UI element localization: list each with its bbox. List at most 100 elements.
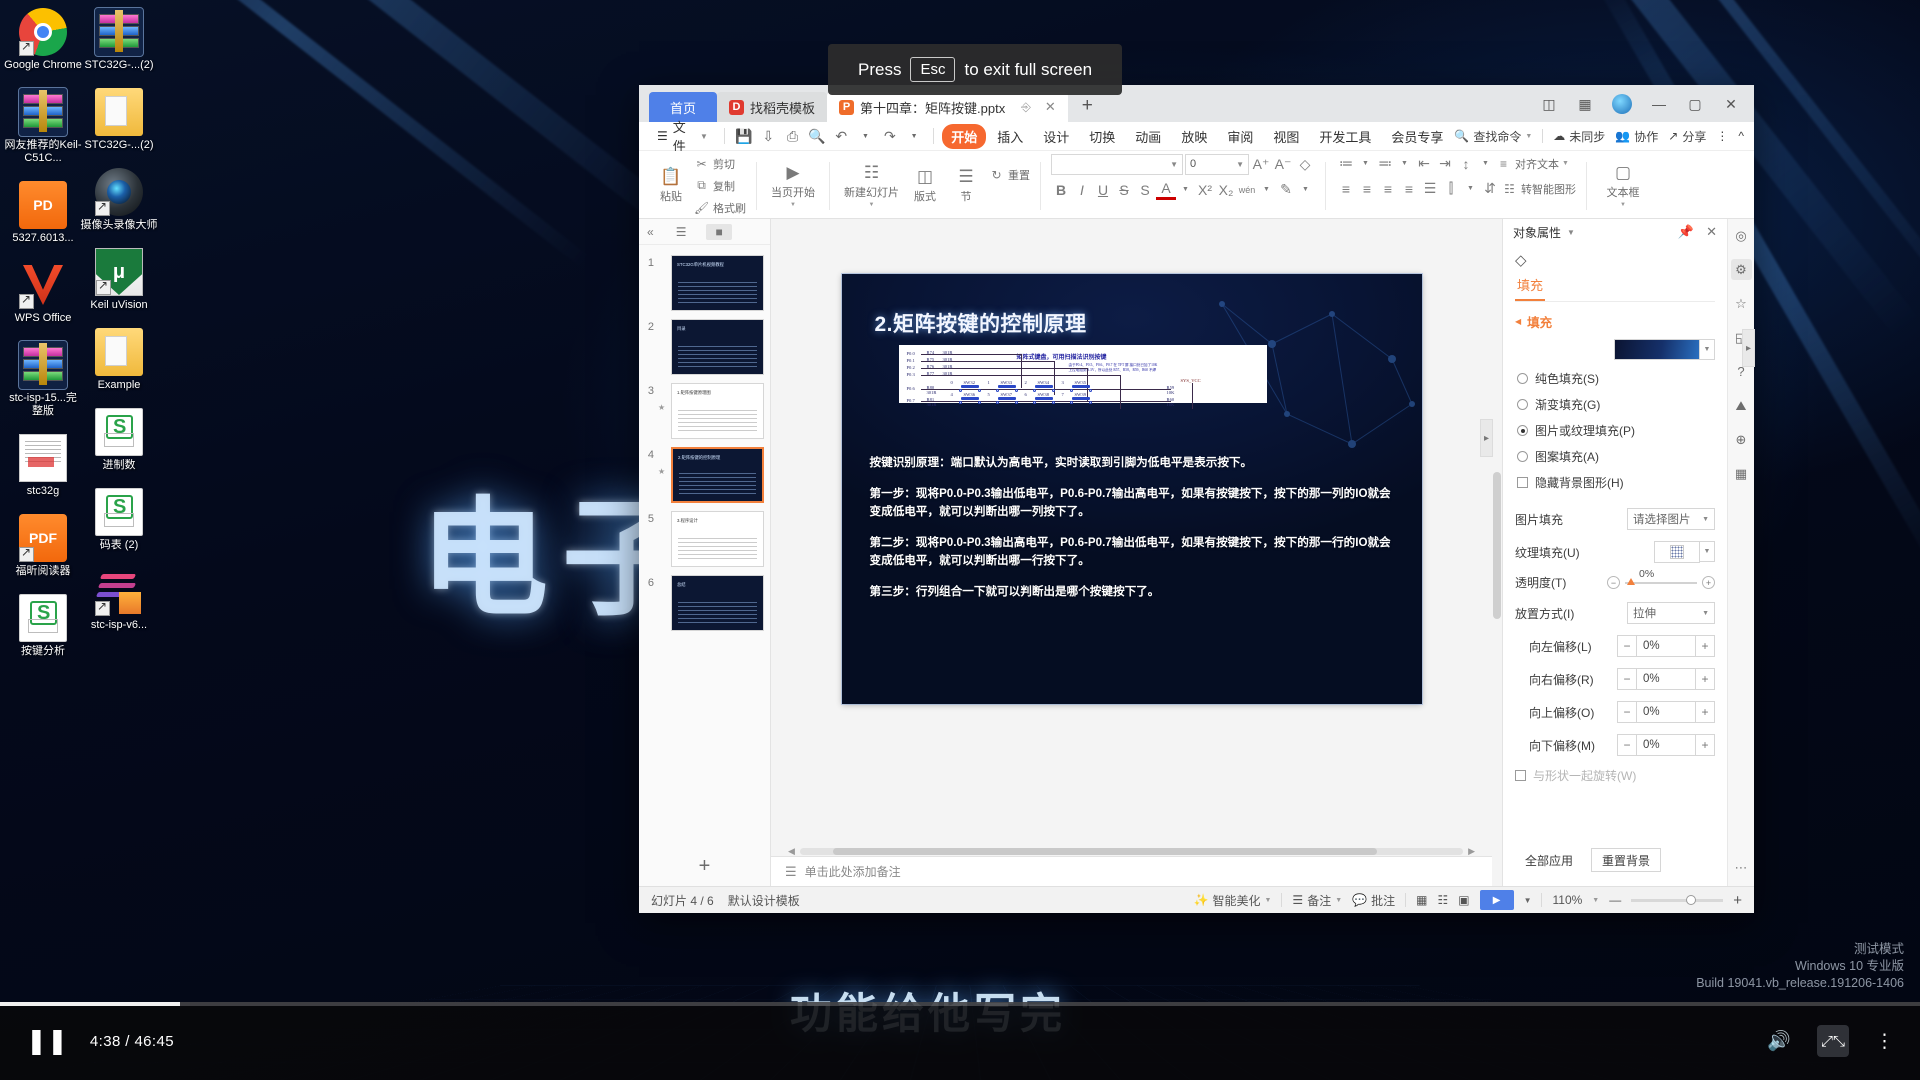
tab-presentation[interactable]: P 第十四章：矩阵按键.pptx ⎆ ✕ <box>827 92 1068 122</box>
ribbon-tab-9[interactable]: 会员专享 <box>1382 124 1452 149</box>
hscroll-thumb[interactable] <box>833 847 1377 855</box>
slide-thumbnail[interactable]: 总结 <box>671 575 764 631</box>
align-right-icon[interactable]: ≡ <box>1378 179 1398 199</box>
desktop-icon[interactable]: S 进制数 <box>80 408 158 472</box>
start-slideshow-button[interactable]: ▶ <box>1479 890 1514 910</box>
justify-icon[interactable]: ≡ <box>1399 179 1419 199</box>
desktop-icon[interactable]: 网友推荐的Keil-C51C... <box>4 87 82 165</box>
desktop-icon[interactable]: Example <box>80 328 158 392</box>
cut-button[interactable]: ✂ 剪切 <box>693 154 746 173</box>
vertical-scrollbar[interactable] <box>1492 219 1502 886</box>
user-avatar[interactable] <box>1612 94 1632 114</box>
desktop-icon[interactable]: stc-isp-v6... <box>80 568 158 632</box>
grid-view-icon[interactable]: ▦ <box>1568 91 1602 117</box>
slide-thumbnail-item[interactable]: 6 总结 <box>639 571 770 635</box>
offset-stepper[interactable]: −0% + <box>1617 668 1715 690</box>
texture-dropdown-icon[interactable]: ▼ <box>1700 541 1715 562</box>
font-size-select[interactable]: 0 ▼ <box>1185 153 1249 175</box>
highlight-icon[interactable]: ✎ <box>1276 180 1296 200</box>
collapse-ribbon-icon[interactable]: ^ <box>1738 129 1744 143</box>
desktop-icon[interactable]: STC32G-...(2) <box>80 88 158 152</box>
undo-dropdown-icon[interactable]: ▼ <box>854 125 876 147</box>
distribute-icon[interactable]: ☰ <box>1420 179 1440 199</box>
grid-icon[interactable]: ▦ <box>1731 463 1752 484</box>
fill-option-radio-row[interactable]: 纯色填充(S) <box>1503 370 1727 396</box>
slide-canvas[interactable]: 2.矩阵按键的控制原理 矩阵式键盘，可用扫描法识别按键 由于P0.4、P0.5、P… <box>840 273 1423 705</box>
transparency-knob[interactable] <box>1627 577 1635 585</box>
font-color-icon[interactable]: A <box>1156 180 1176 200</box>
add-slide-button[interactable]: + <box>639 846 770 886</box>
video-progress-bar[interactable] <box>0 1002 1920 1006</box>
slide-thumbnail-item[interactable]: 4 ★ 2.矩阵按键的控制原理 <box>639 443 770 507</box>
outline-view-icon[interactable]: ☰ <box>676 225 687 239</box>
ribbon-tab-5[interactable]: 放映 <box>1172 124 1216 149</box>
desktop-icon[interactable]: WPS Office <box>4 261 82 325</box>
italic-icon[interactable]: I <box>1072 180 1092 200</box>
notes-pane[interactable]: ☰ 单击此处添加备注 <box>771 856 1492 886</box>
underline-icon[interactable]: U <box>1093 180 1113 200</box>
reset-background-button[interactable]: 重置背景 <box>1591 848 1662 872</box>
layout-button[interactable]: ◫ 版式 <box>906 165 944 207</box>
pinyin-guide-icon[interactable]: wén <box>1237 180 1257 200</box>
desktop-icon[interactable]: S 码表 (2) <box>80 488 158 552</box>
radio-icon[interactable] <box>1517 451 1528 462</box>
play-pause-button[interactable]: ❚❚ <box>26 1028 68 1054</box>
chevron-down-icon[interactable]: ▼ <box>1177 180 1194 200</box>
more-vertical-icon[interactable]: ⋮ <box>1875 1030 1894 1053</box>
slide-thumbnail-item[interactable]: 5 3.程序设计 <box>639 507 770 571</box>
redo-icon[interactable]: ↷ <box>879 125 901 147</box>
checkbox-icon[interactable] <box>1517 477 1528 488</box>
desktop-icon[interactable]: 摄像头录像大师 <box>80 168 158 232</box>
collapse-panel-icon[interactable]: « <box>647 225 654 239</box>
slideshow-dropdown-icon[interactable]: ▼ <box>1524 896 1532 905</box>
save-as-cloud-icon[interactable]: ⇩ <box>757 125 779 147</box>
numbering-icon[interactable]: ≕ <box>1375 154 1395 174</box>
ribbon-tab-2[interactable]: 设计 <box>1034 124 1078 149</box>
fill-option-radio-row[interactable]: 渐变填充(G) <box>1503 396 1727 422</box>
ribbon-tab-7[interactable]: 视图 <box>1264 124 1308 149</box>
chevron-down-icon[interactable]: ▼ <box>1477 154 1494 174</box>
slide-thumbnail[interactable]: 2.矩阵按键的控制原理 <box>671 447 764 503</box>
transparency-increase-icon[interactable]: + <box>1702 576 1715 589</box>
chevron-down-icon[interactable]: ▼ <box>1462 179 1479 199</box>
copy-button[interactable]: ⧉ 复制 <box>693 176 746 195</box>
desktop-icon[interactable]: PDF 福昕阅读器 <box>4 514 82 578</box>
offset-decrease-icon[interactable]: − <box>1617 635 1637 657</box>
align-left-icon[interactable]: ≡ <box>1336 179 1356 199</box>
print-icon[interactable]: ⎙ <box>781 125 803 147</box>
zoom-in-button[interactable]: + <box>1733 892 1742 909</box>
hscroll-track[interactable] <box>799 847 1464 855</box>
fill-option-radio-row[interactable]: 图片或纹理填充(P) <box>1503 422 1727 448</box>
offset-value[interactable]: 0% <box>1637 734 1695 756</box>
normal-view-icon[interactable]: ▦ <box>1416 893 1427 907</box>
maximize-button[interactable]: ▢ <box>1678 91 1712 117</box>
zoom-level[interactable]: 110% <box>1552 893 1582 907</box>
undo-icon[interactable]: ↶ <box>830 125 852 147</box>
chevron-down-icon[interactable]: ▼ <box>1258 180 1275 200</box>
slide-thumbnail[interactable]: 目录 <box>671 319 764 375</box>
offset-increase-icon[interactable]: + <box>1695 701 1715 723</box>
ribbon-tab-1[interactable]: 插入 <box>988 124 1032 149</box>
star-icon[interactable]: ☆ <box>1731 293 1752 314</box>
close-icon[interactable]: ✕ <box>1706 224 1717 240</box>
offset-value[interactable]: 0% <box>1637 668 1695 690</box>
help-circle-icon[interactable]: ◎ <box>1731 225 1752 246</box>
clear-formatting-icon[interactable]: ◇ <box>1295 154 1315 174</box>
radio-icon[interactable] <box>1517 425 1528 436</box>
shape-fill-icon[interactable]: ◇ <box>1515 251 1527 269</box>
globe-icon[interactable]: ⊕ <box>1731 429 1752 450</box>
ribbon-expand-tab[interactable]: ▸ <box>1742 329 1755 367</box>
hide-background-checkbox-row[interactable]: 隐藏背景图形(H) <box>1503 474 1727 500</box>
ribbon-tab-8[interactable]: 开发工具 <box>1310 124 1380 149</box>
ribbon-tab-6[interactable]: 审阅 <box>1218 124 1262 149</box>
slide-thumbnail-list[interactable]: 1 STC32G单片机视频教程 2 目录 3 ★ 1.矩阵按键原理图 4 ★ 2.矩阵按键的控制原… <box>639 245 770 846</box>
offset-value[interactable]: 0% <box>1637 635 1695 657</box>
desktop-icon[interactable]: Google Chrome <box>4 8 82 72</box>
text-direction-icon[interactable]: ⇵ <box>1480 179 1500 199</box>
zoom-slider-track[interactable] <box>1631 894 1724 905</box>
split-view-icon[interactable]: ◫ <box>1532 91 1566 117</box>
chevron-down-icon[interactable]: ▼ <box>1396 154 1413 174</box>
rail-more-icon[interactable]: ⋯ <box>1735 860 1748 876</box>
align-text-button[interactable]: ≡ 对齐文本 ▼ <box>1495 154 1569 174</box>
fill-color-swatch[interactable] <box>1614 339 1700 360</box>
